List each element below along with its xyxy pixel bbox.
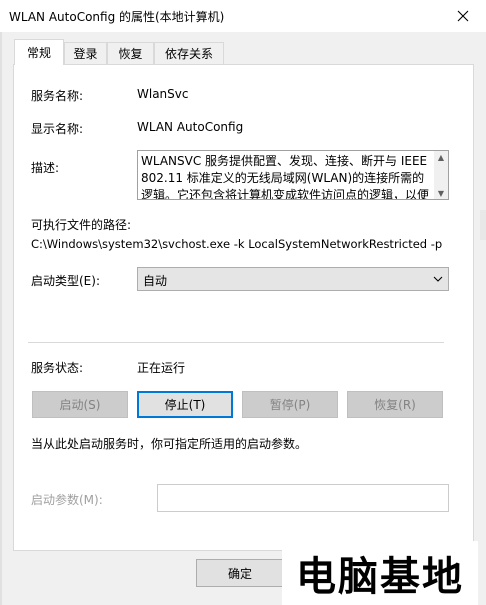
- background-window-edge-right: [480, 210, 486, 240]
- properties-dialog: WLAN AutoConfig 的属性(本地计算机) 常规 登录 恢复 依存关系…: [0, 0, 486, 605]
- tab-logon[interactable]: 登录: [64, 42, 107, 64]
- close-icon: [457, 10, 469, 22]
- service-name-label: 服务名称:: [31, 89, 84, 103]
- tab-general[interactable]: 常规: [14, 39, 64, 65]
- start-params-label: 启动参数(M):: [31, 493, 103, 507]
- description-textbox[interactable]: WLANSVC 服务提供配置、发现、连接、断开与 IEEE 802.11 标准定…: [137, 150, 449, 200]
- display-name-value: WLAN AutoConfig: [137, 120, 244, 134]
- general-panel: 服务名称: WlanSvc 显示名称: WLAN AutoConfig 描述: …: [13, 64, 474, 551]
- tab-strip: 常规 登录 恢复 依存关系: [0, 32, 486, 65]
- divider: [28, 342, 444, 343]
- service-name-value: WlanSvc: [137, 87, 189, 101]
- window-title: WLAN AutoConfig 的属性(本地计算机): [9, 10, 225, 24]
- start-button[interactable]: 启动(S): [32, 391, 128, 418]
- tab-recovery[interactable]: 恢复: [107, 42, 154, 64]
- startup-type-label: 启动类型(E):: [31, 274, 100, 288]
- exe-path-value: C:\Windows\system32\svchost.exe -k Local…: [31, 237, 443, 251]
- startup-type-select[interactable]: 自动: [137, 267, 449, 291]
- start-params-hint: 当从此处启动服务时，你可指定所适用的启动参数。: [31, 437, 308, 451]
- scroll-up-icon[interactable]: ▲: [434, 151, 448, 163]
- display-name-label: 显示名称:: [31, 122, 84, 136]
- start-params-input[interactable]: [157, 484, 449, 512]
- watermark-logo: 电脑基地: [282, 541, 478, 605]
- description-text: WLANSVC 服务提供配置、发现、连接、断开与 IEEE 802.11 标准定…: [141, 154, 430, 200]
- stop-button[interactable]: 停止(T): [137, 391, 233, 418]
- background-window-edge: [0, 0, 2, 605]
- ok-button[interactable]: 确定: [196, 559, 284, 587]
- description-scrollbar[interactable]: ▲ ▼: [434, 151, 448, 199]
- description-label: 描述:: [31, 161, 60, 175]
- title-bar[interactable]: WLAN AutoConfig 的属性(本地计算机): [0, 0, 486, 32]
- close-button[interactable]: [440, 0, 486, 32]
- service-status-label: 服务状态:: [31, 361, 84, 375]
- startup-type-value: 自动: [143, 274, 168, 288]
- chevron-down-icon: [432, 272, 444, 286]
- resume-button[interactable]: 恢复(R): [347, 391, 443, 418]
- watermark-text: 电脑基地: [296, 554, 464, 600]
- tab-dependencies[interactable]: 依存关系: [154, 42, 224, 64]
- exe-path-label: 可执行文件的路径:: [31, 218, 132, 232]
- service-status-value: 正在运行: [137, 361, 186, 375]
- pause-button[interactable]: 暂停(P): [242, 391, 338, 418]
- scroll-down-icon[interactable]: ▼: [434, 187, 448, 199]
